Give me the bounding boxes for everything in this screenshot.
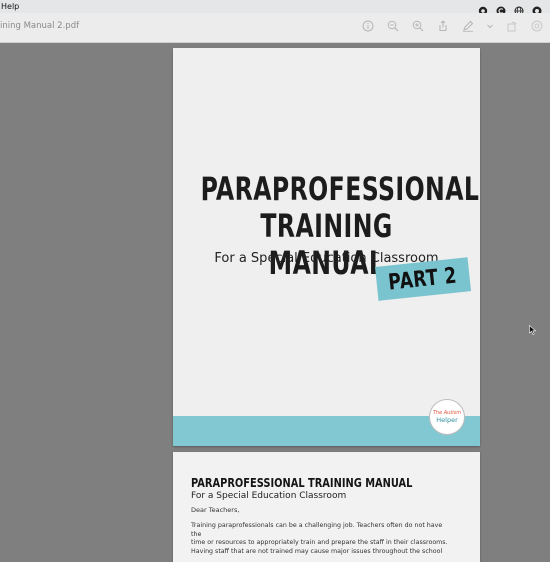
- page-2-body: Training paraprofessionals can be a chal…: [191, 522, 453, 556]
- autism-helper-logo: The Autism Helper: [429, 399, 465, 435]
- chevron-down-icon[interactable]: [486, 19, 494, 33]
- menu-help[interactable]: Help: [0, 0, 19, 13]
- status-icons: [478, 1, 542, 16]
- markup-pen-icon[interactable]: [461, 19, 475, 33]
- share-icon[interactable]: [436, 19, 450, 33]
- mouse-cursor-icon: [529, 320, 537, 335]
- headline-line-1: PARAPROFESSIONAL: [200, 170, 480, 208]
- logo-text-line-2: Helper: [436, 416, 458, 424]
- page-2-greeting: Dear Teachers,: [191, 506, 240, 514]
- document-title: ining Manual 2.pdf: [0, 21, 80, 31]
- page-2-title: PARAPROFESSIONAL TRAINING MANUAL: [191, 476, 413, 490]
- zoom-out-icon[interactable]: [386, 19, 400, 33]
- creative-cloud-icon[interactable]: [532, 1, 542, 16]
- pdf-page-2[interactable]: PARAPROFESSIONAL TRAINING MANUAL For a S…: [173, 452, 480, 562]
- window-toolbar: ining Manual 2.pdf: [0, 13, 550, 43]
- grammarly-icon[interactable]: [496, 1, 506, 16]
- zoom-in-icon[interactable]: [411, 19, 425, 33]
- toolbar-tools: [361, 19, 544, 33]
- part-badge-label: PART 2: [387, 263, 459, 296]
- info-icon[interactable]: [361, 19, 375, 33]
- body-line: Having staff that are not trained may ca…: [191, 547, 443, 555]
- globe-icon[interactable]: [514, 1, 524, 16]
- search-icon[interactable]: [530, 19, 544, 33]
- page-2-subtitle: For a Special Education Classroom: [191, 491, 347, 501]
- rotate-icon[interactable]: [505, 19, 519, 33]
- body-line: time or resources to appropriately train…: [191, 539, 448, 546]
- menu-bar: Help: [0, 0, 550, 16]
- pdf-page-1[interactable]: PARAPROFESSIONAL TRAINING MANUAL For a S…: [173, 48, 480, 446]
- record-icon[interactable]: [478, 1, 488, 16]
- body-line: Training paraprofessionals can be a chal…: [191, 522, 443, 538]
